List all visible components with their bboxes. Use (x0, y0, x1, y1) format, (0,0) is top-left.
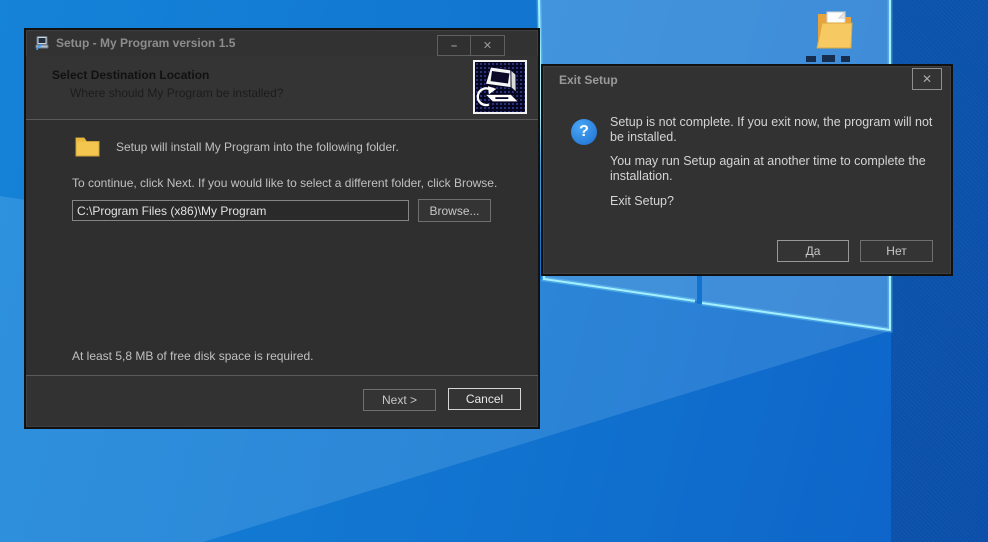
setup-window-title: Setup - My Program version 1.5 (56, 36, 235, 50)
browse-button[interactable]: Browse... (418, 199, 491, 222)
exit-question: Exit Setup? (610, 194, 948, 209)
wizard-footer: Next > Cancel (26, 376, 538, 427)
setup-header-icon (473, 60, 527, 114)
folder-icon (74, 132, 101, 159)
wizard-content: Setup will install My Program into the f… (26, 120, 538, 375)
desktop-folder-icon[interactable] (813, 6, 857, 52)
wizard-header: Select Destination Location Where should… (26, 56, 538, 119)
continue-instruction-text: To continue, click Next. If you would li… (72, 176, 497, 190)
question-icon: ? (571, 119, 597, 145)
exit-message-2: You may run Setup again at another time … (610, 154, 948, 184)
yes-button[interactable]: Да (777, 240, 849, 262)
exit-message-1: Setup is not complete. If you exit now, … (610, 115, 948, 145)
install-intro-text: Setup will install My Program into the f… (116, 140, 399, 154)
desktop-folder-label-clipped (800, 55, 872, 63)
caption-buttons: – ✕ (437, 35, 505, 56)
setup-window: Setup - My Program version 1.5 – ✕ Selec… (24, 28, 540, 429)
minimize-button[interactable]: – (438, 36, 471, 55)
destination-path-input[interactable] (72, 200, 409, 221)
no-button[interactable]: Нет (860, 240, 933, 262)
setup-titlebar[interactable]: Setup - My Program version 1.5 – ✕ (26, 30, 538, 56)
exit-dialog-title: Exit Setup (559, 73, 618, 87)
exit-dialog-close-button[interactable]: ✕ (912, 68, 942, 90)
installer-icon (34, 35, 50, 51)
disk-space-note: At least 5,8 MB of free disk space is re… (72, 349, 313, 363)
close-button[interactable]: ✕ (471, 36, 504, 55)
exit-setup-dialog: Exit Setup ✕ ? Setup is not complete. If… (541, 64, 953, 276)
next-button[interactable]: Next > (363, 389, 436, 411)
page-title: Select Destination Location (52, 68, 209, 82)
cancel-button[interactable]: Cancel (448, 388, 521, 410)
page-subtitle: Where should My Program be installed? (70, 86, 283, 100)
